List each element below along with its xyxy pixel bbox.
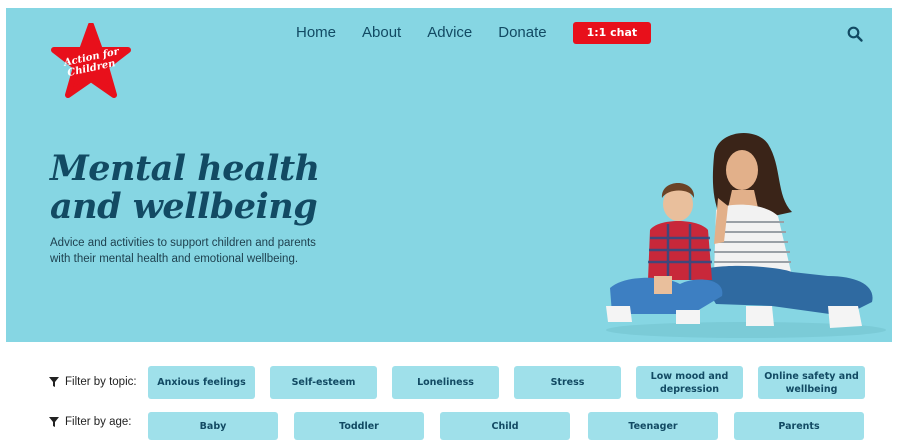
nav-home[interactable]: Home (296, 23, 336, 43)
filter-icon (49, 417, 59, 427)
topic-filter-label: Filter by topic: (49, 376, 137, 388)
main-nav: Home About Advice Donate 1:1 chat (296, 22, 652, 44)
topic-chip-loneliness[interactable]: Loneliness (392, 366, 499, 399)
hero-banner: Action for Children Home About Advice Do… (6, 8, 892, 342)
filter-icon (49, 377, 59, 387)
topic-chip-self-esteem[interactable]: Self-esteem (270, 366, 377, 399)
nav-donate[interactable]: Donate (498, 23, 546, 43)
age-chip-toddler[interactable]: Toddler (294, 412, 424, 440)
hero-photo-mother-and-child (606, 132, 886, 338)
topic-filter-row: Filter by topic: Anxious feelings Self-e… (0, 366, 897, 400)
age-filter-label-text: Filter by age: (65, 416, 132, 428)
search-icon[interactable] (846, 25, 864, 43)
page-title: Mental health and wellbeing (50, 150, 320, 226)
age-chip-parents[interactable]: Parents (734, 412, 864, 440)
age-filter-row: Filter by age: Baby Toddler Child Teenag… (0, 412, 897, 446)
age-chip-child[interactable]: Child (440, 412, 570, 440)
hero-subtitle: Advice and activities to support childre… (50, 237, 316, 265)
age-chip-teenager[interactable]: Teenager (588, 412, 718, 440)
topic-chip-low-mood-and-depression[interactable]: Low mood and depression (636, 366, 743, 399)
chat-button[interactable]: 1:1 chat (572, 22, 652, 44)
title-line-2: and wellbeing (50, 186, 318, 227)
topic-chip-anxious-feelings[interactable]: Anxious feelings (148, 366, 255, 399)
nav-about[interactable]: About (362, 23, 401, 43)
topic-filter-label-text: Filter by topic: (65, 376, 137, 388)
title-line-1: Mental health (50, 148, 320, 189)
age-filter-label: Filter by age: (49, 416, 131, 428)
topic-chip-online-safety-and-wellbeing[interactable]: Online safety and wellbeing (758, 366, 865, 399)
action-for-children-logo[interactable]: Action for Children (50, 23, 132, 101)
nav-advice[interactable]: Advice (427, 23, 472, 43)
age-chip-baby[interactable]: Baby (148, 412, 278, 440)
topic-chip-stress[interactable]: Stress (514, 366, 621, 399)
